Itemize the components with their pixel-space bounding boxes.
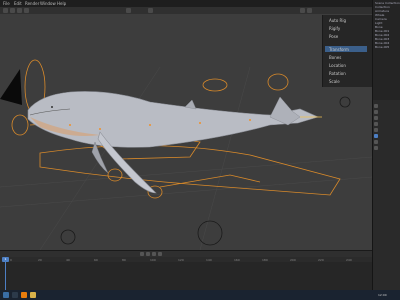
frame-tick: 0 (10, 258, 12, 262)
play-reverse-icon[interactable] (146, 252, 150, 256)
jump-start-icon[interactable] (140, 252, 144, 256)
taskbar-clock: 12:00 (378, 293, 387, 297)
physics-tab-icon[interactable] (374, 146, 378, 150)
menu-file[interactable]: File (3, 1, 10, 6)
tool-tab-icon[interactable] (374, 104, 378, 108)
npanel-row-auto-rig[interactable]: Auto Rig (329, 18, 346, 23)
frame-tick: 20 (38, 258, 42, 262)
menu-render[interactable]: Render (25, 1, 39, 6)
frame-tick: 160 (234, 258, 240, 262)
frame-tick: 200 (290, 258, 296, 262)
frame-tick: 220 (318, 258, 324, 262)
outliner-panel: Scene Collection Collection Armature Wha… (372, 0, 400, 100)
npanel-row-bones[interactable]: Bones (329, 55, 341, 60)
frame-tick: 180 (262, 258, 268, 262)
camera-cone-icon (0, 69, 22, 105)
play-icon[interactable] (152, 252, 156, 256)
sidebar-n-panel: Auto Rig Rigify Pose Transform Bones Loc… (322, 15, 372, 87)
current-frame-label[interactable]: 1 (2, 257, 9, 262)
npanel-row-location[interactable]: Location (329, 63, 346, 68)
frame-tick: 100 (150, 258, 156, 262)
outliner-item[interactable]: Bone.005 (375, 46, 389, 49)
menu-window[interactable]: Window (40, 1, 56, 6)
frame-tick: 60 (94, 258, 98, 262)
npanel-row-rigify[interactable]: Rigify (329, 26, 340, 31)
start-icon[interactable] (3, 292, 9, 298)
output-tab-icon[interactable] (374, 116, 378, 120)
frame-tick: 80 (122, 258, 126, 262)
frame-tick: 120 (178, 258, 184, 262)
npanel-row-rotation[interactable]: Rotation (329, 71, 346, 76)
properties-panel (372, 100, 400, 290)
viewport-scene (0, 59, 372, 250)
playhead[interactable] (5, 257, 6, 291)
3d-viewport[interactable]: Auto Rig Rigify Pose Transform Bones Loc… (0, 7, 372, 250)
scene-tab-icon[interactable] (374, 122, 378, 126)
render-tab-icon[interactable] (374, 110, 378, 114)
npanel-row-scale[interactable]: Scale (329, 79, 340, 84)
top-menu-bar: File Edit Render Window Help (0, 0, 400, 7)
frame-tick: 240 (346, 258, 352, 262)
modifier-tab-icon[interactable] (374, 140, 378, 144)
os-taskbar: 12:00 (0, 290, 400, 300)
blender-icon[interactable] (21, 292, 27, 298)
npanel-row-pose[interactable]: Pose (329, 34, 338, 39)
jump-end-icon[interactable] (158, 252, 162, 256)
humpback-whale-mesh (27, 91, 322, 194)
timeline-editor[interactable]: 0 20 40 60 80 100 120 140 160 180 200 22… (0, 250, 372, 291)
files-icon[interactable] (30, 292, 36, 298)
frame-tick: 140 (206, 258, 212, 262)
object-tab-icon[interactable] (374, 134, 378, 138)
menu-help[interactable]: Help (57, 1, 66, 6)
menu-edit[interactable]: Edit (14, 1, 22, 6)
frame-tick: 40 (66, 258, 70, 262)
timeline-ruler[interactable] (0, 257, 372, 262)
search-icon[interactable] (12, 292, 18, 298)
world-tab-icon[interactable] (374, 128, 378, 132)
npanel-row-transform[interactable]: Transform (329, 47, 349, 52)
